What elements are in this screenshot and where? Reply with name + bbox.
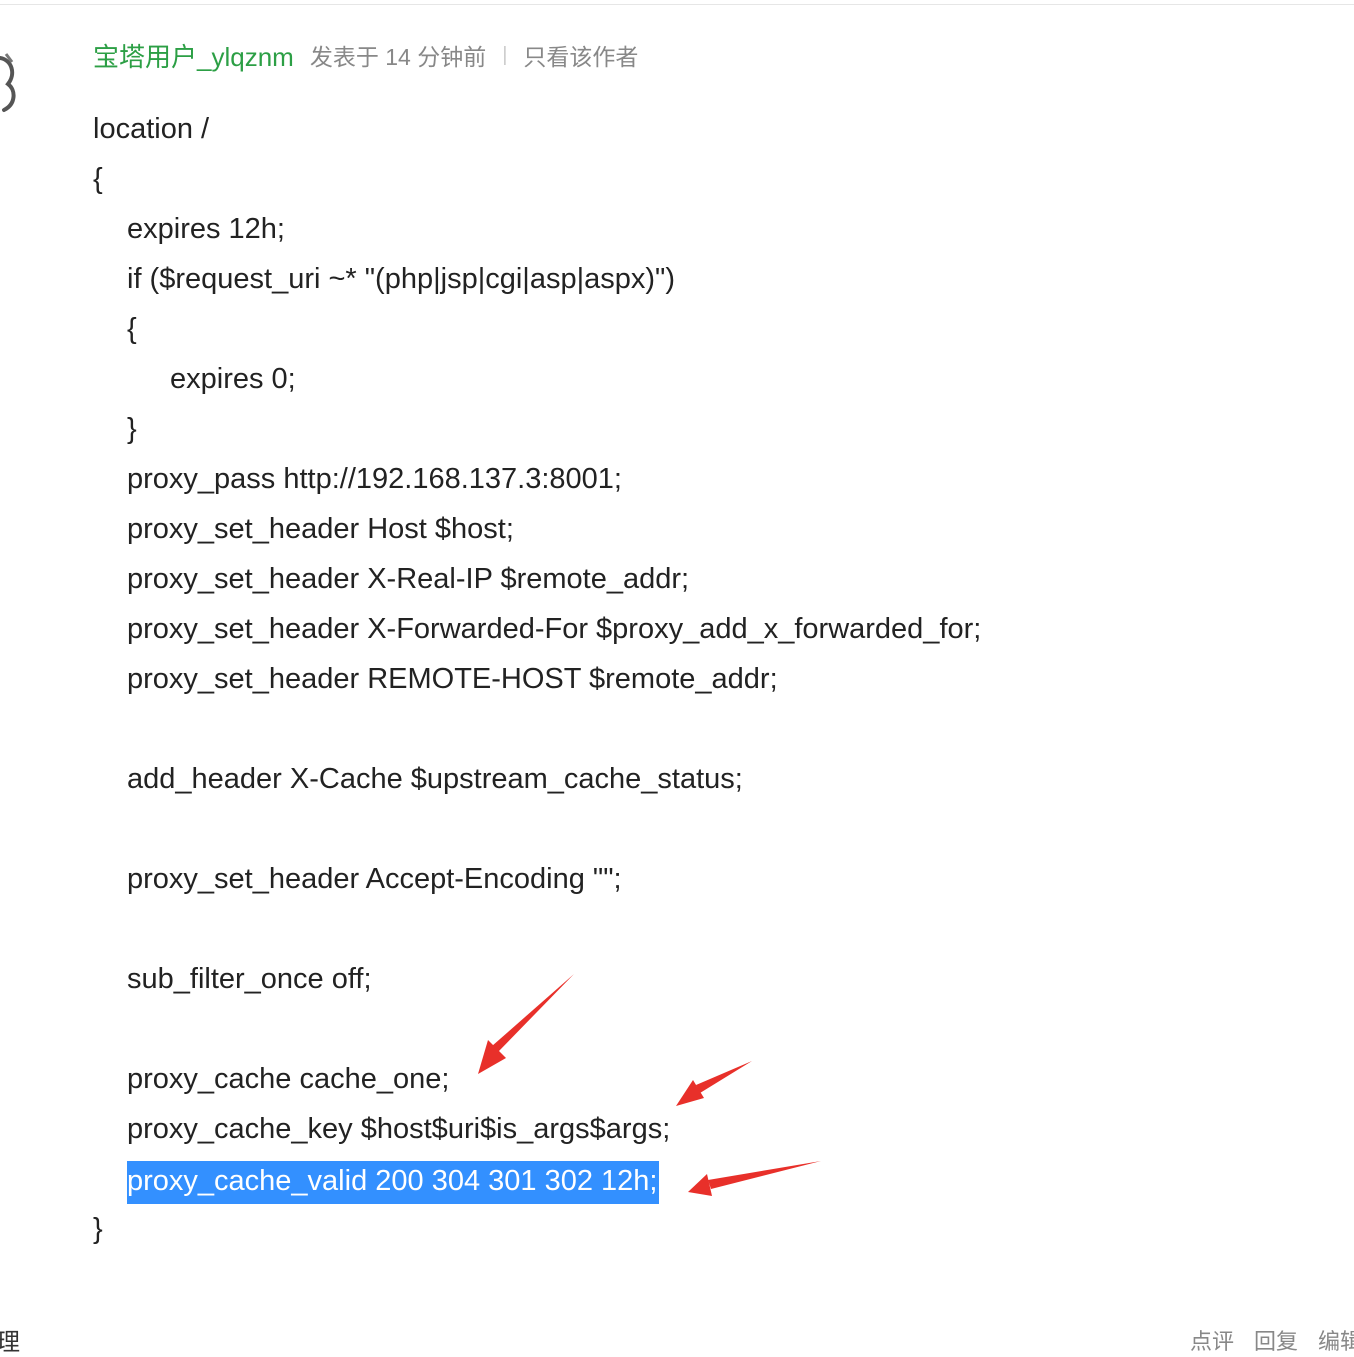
header-separator: | — [502, 43, 508, 66]
code-line: proxy_cache_key $host$uri$is_args$args; — [127, 1113, 671, 1145]
post-actions: 点评 回复 编辑 — [1190, 1324, 1354, 1356]
post-time: 发表于 14 分钟前 — [309, 44, 487, 70]
code-line-selected: proxy_cache_valid 200 304 301 302 12h; — [127, 1161, 660, 1204]
code-line: proxy_cache cache_one; — [127, 1063, 450, 1095]
sidebar-fragment-text: 理 — [0, 1329, 20, 1356]
annotation-arrow-icon — [478, 974, 574, 1074]
author-link[interactable]: 宝塔用户_ylqznm — [93, 37, 294, 74]
comment-button[interactable]: 点评 — [1190, 1324, 1234, 1356]
only-author-link[interactable]: 只看该作者 — [523, 38, 638, 72]
code-line: } — [93, 1213, 103, 1245]
code-line: location / — [93, 113, 210, 145]
code-line: proxy_set_header X-Real-IP $remote_addr; — [127, 563, 690, 595]
edit-button[interactable]: 编辑 — [1318, 1324, 1354, 1356]
avatar-fragment-icon — [0, 53, 16, 112]
reply-button[interactable]: 回复 — [1254, 1324, 1298, 1356]
code-line: proxy_set_header REMOTE-HOST $remote_add… — [127, 663, 778, 695]
annotation-arrow-icon — [676, 1061, 752, 1106]
code-line: { — [127, 313, 137, 345]
code-line: proxy_set_header Accept-Encoding ""; — [127, 863, 622, 895]
post-header: 宝塔用户_ylqznm 发表于 14 分钟前 | 只看该作者 — [93, 38, 638, 72]
code-line: { — [93, 163, 103, 195]
code-line: proxy_pass http://192.168.137.3:8001; — [127, 463, 622, 495]
code-line: expires 0; — [170, 363, 296, 395]
code-line: if ($request_uri ~* "(php|jsp|cgi|asp|as… — [127, 263, 675, 295]
code-line: proxy_set_header X-Forwarded-For $proxy_… — [127, 613, 982, 645]
annotation-arrow-icon — [688, 1161, 821, 1196]
code-line: proxy_set_header Host $host; — [127, 513, 514, 545]
code-line: } — [127, 413, 137, 445]
code-line: expires 12h; — [127, 213, 285, 245]
code-line: sub_filter_once off; — [127, 963, 372, 995]
top-divider — [0, 4, 1354, 5]
code-line: add_header X-Cache $upstream_cache_statu… — [127, 763, 743, 795]
